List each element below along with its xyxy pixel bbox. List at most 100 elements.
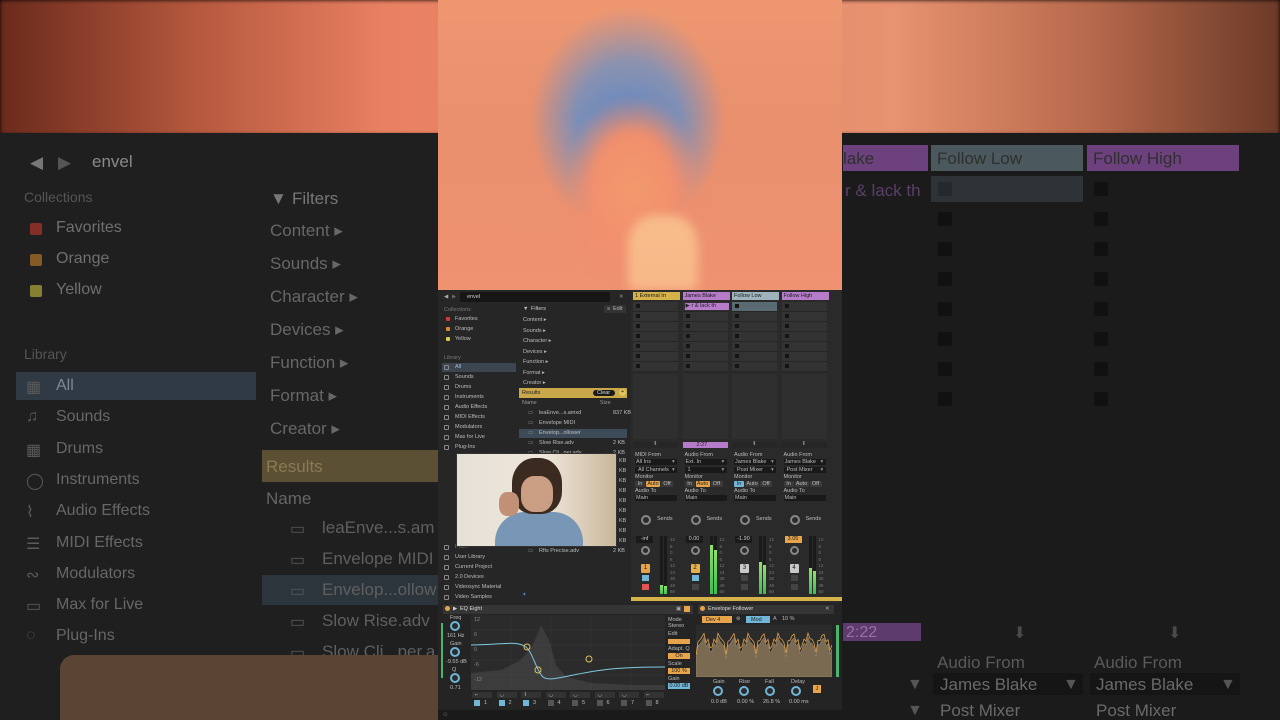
clip-slot[interactable] (732, 342, 777, 352)
clip-slot[interactable] (781, 302, 827, 312)
monitor-in-button[interactable]: In (635, 481, 645, 487)
clip-slot[interactable] (732, 322, 777, 332)
clip-slot[interactable] (781, 312, 827, 322)
pan-knob[interactable] (641, 546, 650, 555)
results-clear-button[interactable]: Clear (593, 390, 615, 396)
clip-slot[interactable] (633, 362, 678, 372)
back-icon[interactable]: ◀ (444, 294, 448, 300)
eq-hot-swap-icon[interactable] (684, 606, 690, 612)
pan-knob[interactable] (690, 546, 700, 555)
monitor-auto-button[interactable]: Auto (646, 481, 660, 487)
volume-value[interactable]: -1.90 (735, 536, 752, 543)
monitor-off-button[interactable]: Off (760, 481, 772, 487)
filter-category[interactable]: Character ▸ (523, 338, 551, 344)
clip-slot[interactable] (682, 312, 728, 322)
eq-save-icon[interactable]: ▣ (676, 606, 681, 612)
follower-a-icon[interactable]: A (773, 616, 777, 622)
clip-slot[interactable] (781, 362, 827, 372)
track-activator[interactable]: 1 (641, 564, 650, 573)
filter-category[interactable]: Creator ▸ (523, 380, 546, 386)
library-item[interactable]: Instruments (444, 393, 514, 402)
send-knob[interactable] (740, 515, 750, 525)
monitor-in-button[interactable]: In (783, 481, 794, 487)
monitor-off-button[interactable]: Off (661, 481, 673, 487)
follower-power-icon[interactable] (700, 606, 705, 611)
eq-band-toggle[interactable] (572, 700, 578, 706)
collection-item[interactable]: Yellow (455, 336, 471, 342)
send-knob[interactable] (789, 515, 800, 525)
monitor-auto-button[interactable]: Auto (695, 481, 710, 487)
monitor-auto-button[interactable]: Auto (794, 481, 809, 487)
volume-value[interactable]: 0.00 (685, 536, 703, 543)
arm-button[interactable] (691, 584, 699, 590)
follower-knob[interactable] (739, 686, 749, 696)
clip-slot[interactable] (732, 302, 777, 312)
clip-slot[interactable] (682, 332, 728, 342)
eq-expand-icon[interactable]: ▶ (453, 606, 457, 612)
filter-category[interactable]: Content ▸ (523, 317, 547, 323)
monitor-in-button[interactable]: In (734, 481, 744, 487)
library-item[interactable]: MIDI Effects (444, 413, 514, 422)
clip-slot[interactable] (633, 322, 678, 332)
eq-band-toggle[interactable] (474, 700, 480, 706)
volume-value[interactable]: 3.05 (784, 536, 802, 543)
library-item[interactable]: Modulators (444, 423, 514, 432)
result-item[interactable]: ▭ Envelop...ollower (519, 429, 627, 438)
clip-slot[interactable] (682, 352, 728, 362)
result-item[interactable]: ▭ leaEnve...s.amxd 837 KB (519, 409, 631, 418)
follower-knob[interactable] (791, 686, 801, 696)
eq-band-toggle[interactable] (498, 700, 505, 706)
eq-edit-toggle[interactable] (668, 639, 690, 644)
clip-slot[interactable] (781, 322, 827, 332)
clip-slot[interactable] (732, 352, 777, 362)
eq-out-gain-value[interactable]: 0.00 dB (668, 683, 690, 689)
clip-slot[interactable] (633, 352, 678, 362)
clip-slot[interactable] (633, 342, 678, 352)
library-item[interactable]: Max for Live (444, 433, 514, 442)
place-item[interactable]: User Library (444, 553, 514, 562)
filters-icon[interactable]: ▼ (523, 306, 528, 312)
eq-mode-value[interactable]: Stereo (668, 623, 684, 629)
clip-slot[interactable] (732, 362, 777, 372)
solo-button[interactable] (642, 575, 649, 581)
place-item[interactable]: Videosync Material (444, 583, 514, 592)
collection-item[interactable]: Orange (455, 326, 473, 332)
solo-button[interactable] (691, 575, 699, 581)
clip-slot[interactable] (732, 332, 777, 342)
pan-knob[interactable] (740, 546, 749, 555)
eq-adapt-toggle[interactable]: On (668, 653, 690, 659)
pan-knob[interactable] (789, 546, 799, 555)
monitor-in-button[interactable]: In (684, 481, 695, 487)
follower-close-icon[interactable]: ✕ (825, 606, 830, 612)
library-item[interactable]: Plug-Ins (444, 443, 514, 452)
follower-amount[interactable]: 10 % (782, 616, 795, 622)
library-item[interactable]: All (444, 363, 514, 372)
follower-knob[interactable] (713, 686, 723, 696)
filter-category[interactable]: Format ▸ (523, 370, 545, 376)
place-item[interactable]: 2.0 Devices (444, 573, 514, 582)
result-item[interactable]: ▭ Slow Rise.adv 2 KB (519, 439, 627, 448)
eq-graph[interactable]: 12 6 0 -6 -12 (470, 615, 666, 690)
send-knob[interactable] (690, 515, 701, 525)
result-item[interactable]: ▭ Envelope MIDI (519, 419, 627, 428)
eq-band-toggle[interactable] (547, 700, 554, 706)
eq-power-icon[interactable] (445, 606, 450, 611)
place-item[interactable]: Video Samples (444, 593, 514, 602)
follower-map-button[interactable]: Dev 4 (702, 616, 732, 623)
library-item[interactable]: Drums (444, 383, 514, 392)
input-channel-dropdown[interactable] (684, 467, 727, 473)
clip-slot[interactable] (781, 352, 827, 362)
arm-button[interactable] (741, 584, 748, 590)
follower-link-icon[interactable]: ⊗ (736, 616, 741, 622)
monitor-auto-button[interactable]: Auto (745, 481, 759, 487)
add-folder-icon[interactable]: ✦ (522, 592, 527, 598)
monitor-off-button[interactable]: Off (809, 481, 822, 487)
forward-icon[interactable]: ▶ (452, 294, 456, 300)
clip-slot[interactable] (633, 302, 678, 312)
follower-j-button[interactable]: J (813, 685, 821, 693)
clear-search-icon[interactable]: ✕ (619, 294, 624, 300)
clip-slot[interactable] (682, 322, 728, 332)
filter-category[interactable]: Function ▸ (523, 359, 548, 365)
clip-slot[interactable] (781, 332, 827, 342)
follower-mod-button[interactable]: Mod (746, 616, 770, 623)
